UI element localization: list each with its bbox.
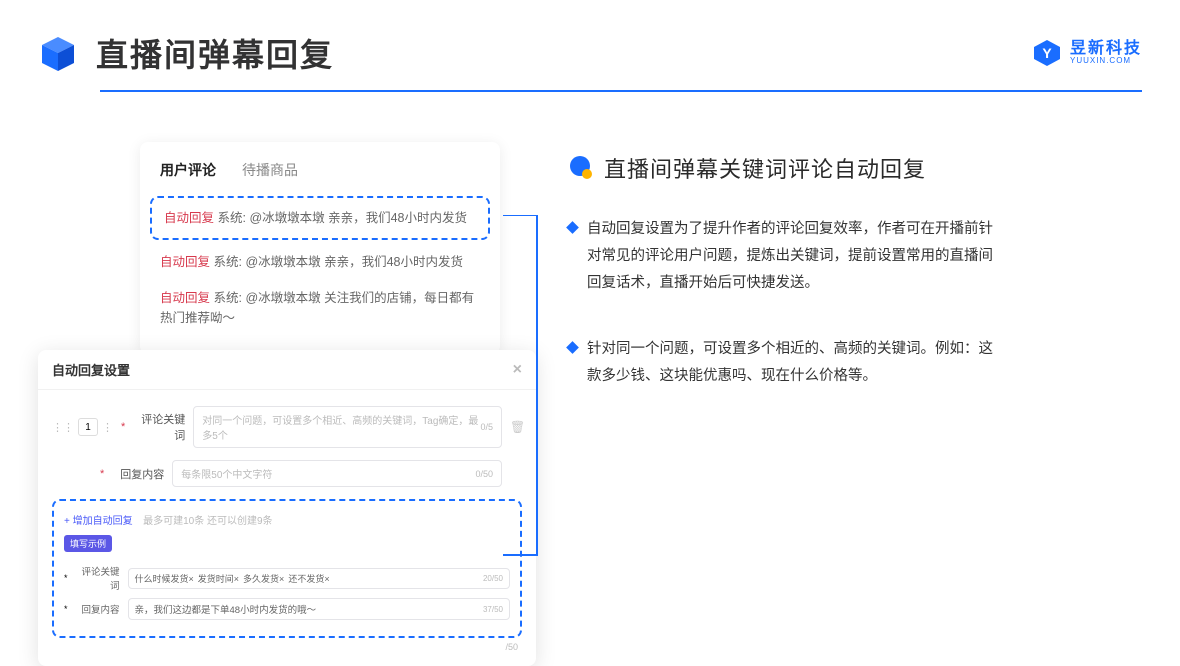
auto-reply-tag: 自动回复	[164, 211, 214, 225]
settings-title: 自动回复设置	[52, 360, 130, 379]
comment-row-highlight: 自动回复 系统: @冰墩墩本墩 亲亲，我们48小时内发货	[150, 196, 490, 240]
reply-input[interactable]: 每条限50个中文字符 0/50	[172, 460, 502, 487]
page-title: 直播间弹幕回复	[96, 30, 334, 76]
brand-en: YUUXIN.COM	[1070, 57, 1142, 65]
auto-reply-tag: 自动回复	[160, 291, 210, 305]
ex-tag: 多久发货×	[243, 572, 284, 585]
comment-row: 自动回复 系统: @冰墩墩本墩 关注我们的店铺，每日都有热门推荐呦～	[140, 280, 500, 336]
settings-body: ⋮⋮⋮ * 评论关键词 对同一个问题，可设置多个相近、高频的关键词，Tag确定，…	[38, 390, 536, 487]
settings-card: 自动回复设置 × ⋮⋮⋮ * 评论关键词 对同一个问题，可设置多个相近、高频的关…	[38, 350, 536, 666]
comments-card: 用户评论 待播商品 自动回复 系统: @冰墩墩本墩 亲亲，我们48小时内发货 自…	[140, 142, 500, 354]
tab-user-comments[interactable]: 用户评论	[160, 160, 216, 180]
order-handle[interactable]: ⋮⋮⋮	[52, 418, 113, 436]
ex-kw-counter: 20/50	[483, 574, 503, 583]
trash-icon[interactable]: 🗑	[510, 420, 522, 434]
page-header: 直播间弹幕回复 Y 昱新科技 YUUXIN.COM	[0, 0, 1180, 84]
tab-pending-goods[interactable]: 待播商品	[242, 160, 298, 180]
comment-text: 系统: @冰墩墩本墩 亲亲，我们48小时内发货	[214, 255, 464, 269]
comment-row: 自动回复 系统: @冰墩墩本墩 亲亲，我们48小时内发货	[140, 244, 500, 280]
required-dot: *	[64, 604, 68, 614]
add-note: 最多可建10条 还可以创建9条	[143, 516, 272, 527]
bullet-text: 针对同一个问题，可设置多个相近的、高频的关键词。例如：这款多少钱、这块能优惠吗、…	[587, 336, 1007, 390]
reply-counter: 0/50	[475, 469, 493, 479]
reply-label: 回复内容	[112, 466, 164, 482]
right-panel: 直播间弹幕关键词评论自动回复 自动回复设置为了提升作者的评论回复效率，作者可在开…	[568, 142, 1142, 430]
example-reply-row: * 回复内容 亲，我们这边都是下单48小时内发货的哦～ 37/50	[64, 598, 510, 620]
chat-bubble-icon	[568, 155, 594, 181]
ex-tag: 还不发货×	[288, 572, 329, 585]
close-icon[interactable]: ×	[513, 361, 522, 379]
auto-reply-tag: 自动回复	[160, 255, 210, 269]
diamond-icon	[566, 221, 579, 234]
section-head: 直播间弹幕关键词评论自动回复	[568, 152, 1142, 184]
kw-counter: 0/5	[480, 422, 493, 432]
outer-counter: /50	[38, 638, 536, 652]
add-line: + 增加自动回复 最多可建10条 还可以创建9条	[64, 511, 510, 529]
ex-tag: 什么时候发货×	[135, 572, 194, 585]
kw-input[interactable]: 对同一个问题，可设置多个相近、高频的关键词，Tag确定，最多5个 0/5	[193, 406, 502, 448]
content: 用户评论 待播商品 自动回复 系统: @冰墩墩本墩 亲亲，我们48小时内发货 自…	[0, 92, 1180, 430]
form-row-reply: * 回复内容 每条限50个中文字符 0/50 🗑	[52, 460, 522, 487]
add-auto-reply-link[interactable]: + 增加自动回复	[64, 516, 133, 527]
brand-mark-icon: Y	[1032, 38, 1062, 68]
order-input[interactable]	[78, 418, 98, 436]
diamond-icon	[566, 342, 579, 355]
ex-reply-label: 回复内容	[76, 602, 120, 616]
required-dot: *	[121, 421, 125, 433]
example-block: + 增加自动回复 最多可建10条 还可以创建9条 填写示例 * 评论关键词 什么…	[52, 499, 522, 638]
required-dot: *	[100, 468, 104, 480]
ex-kw-input[interactable]: 什么时候发货× 发货时间× 多久发货× 还不发货× 20/50	[128, 568, 510, 589]
ex-reply-input[interactable]: 亲，我们这边都是下单48小时内发货的哦～ 37/50	[128, 598, 510, 620]
card-tabs: 用户评论 待播商品	[140, 152, 500, 192]
ex-reply-text: 亲，我们这边都是下单48小时内发货的哦～	[135, 602, 317, 616]
kw-placeholder: 对同一个问题，可设置多个相近、高频的关键词，Tag确定，最多5个	[202, 412, 480, 442]
kw-label: 评论关键词	[133, 411, 185, 443]
required-dot: *	[64, 573, 68, 583]
ex-tag: 发货时间×	[198, 572, 239, 585]
section-title: 直播间弹幕关键词评论自动回复	[604, 152, 926, 184]
bullet-item: 针对同一个问题，可设置多个相近的、高频的关键词。例如：这款多少钱、这块能优惠吗、…	[568, 336, 1142, 390]
form-row-keyword: ⋮⋮⋮ * 评论关键词 对同一个问题，可设置多个相近、高频的关键词，Tag确定，…	[52, 406, 522, 448]
reply-placeholder: 每条限50个中文字符	[181, 466, 272, 481]
bullet-text: 自动回复设置为了提升作者的评论回复效率，作者可在开播前针对常见的评论用户问题，提…	[587, 216, 1007, 296]
example-kw-row: * 评论关键词 什么时候发货× 发货时间× 多久发货× 还不发货× 20/50	[64, 564, 510, 592]
ex-kw-label: 评论关键词	[76, 564, 120, 592]
bullet-item: 自动回复设置为了提升作者的评论回复效率，作者可在开播前针对常见的评论用户问题，提…	[568, 216, 1142, 296]
brand-cn: 昱新科技	[1070, 41, 1142, 57]
example-badge: 填写示例	[64, 535, 112, 552]
brand-logo: Y 昱新科技 YUUXIN.COM	[1032, 38, 1142, 68]
left-panel: 用户评论 待播商品 自动回复 系统: @冰墩墩本墩 亲亲，我们48小时内发货 自…	[38, 142, 538, 430]
settings-header: 自动回复设置 ×	[38, 350, 536, 390]
svg-text:Y: Y	[1042, 45, 1052, 61]
ex-reply-counter: 37/50	[483, 605, 503, 614]
cube-icon	[38, 33, 78, 73]
comment-text: 系统: @冰墩墩本墩 亲亲，我们48小时内发货	[218, 211, 468, 225]
header-left: 直播间弹幕回复	[38, 30, 334, 76]
